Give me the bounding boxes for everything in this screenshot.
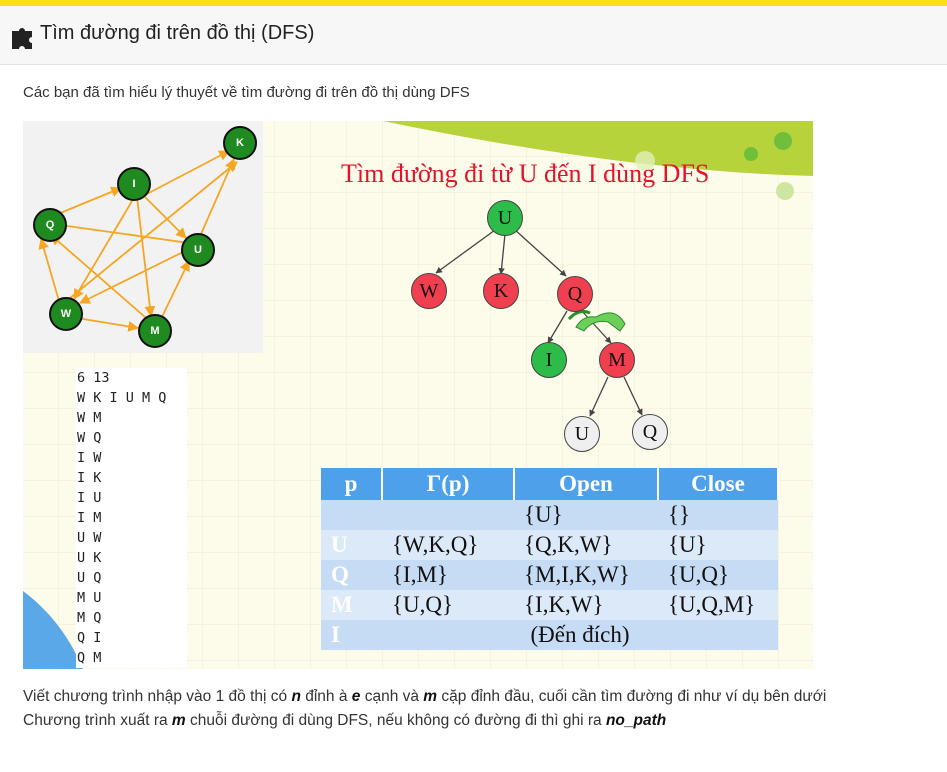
tree-node-w: W (411, 273, 447, 309)
table-cell (321, 500, 382, 530)
table-cell: {U,Q} (658, 560, 778, 590)
table-cell: {W,K,Q} (382, 530, 514, 560)
tree-node-q: Q (557, 276, 593, 312)
table-row: M {U,Q} {I,K,W} {U,Q,M} (321, 590, 778, 620)
description-line-2: Chương trình xuất ra m chuỗi đường đi dù… (23, 712, 666, 730)
table-cell: {U,Q,M} (658, 590, 778, 620)
table-cell: {} (658, 500, 778, 530)
table-cell: {U,Q} (382, 590, 514, 620)
table-cell (382, 500, 514, 530)
table-cell: {Q,K,W} (514, 530, 658, 560)
tree-node-u: U (487, 200, 523, 236)
tree-node-i: I (531, 342, 567, 378)
table-cell: Q (321, 560, 382, 590)
desc-text: chuỗi đường đi dùng DFS, nếu không có đư… (185, 712, 606, 729)
table-row: Q {I,M} {M,I,K,W} {U,Q} (321, 560, 778, 590)
tree-node-m: M (599, 342, 635, 378)
table-row: I (Đến đích) (321, 620, 778, 650)
page-title: Tìm đường đi trên đồ thị (DFS) (40, 22, 315, 44)
tree-node-k: K (483, 273, 519, 309)
table-row: U {W,K,Q} {Q,K,W} {U} (321, 530, 778, 560)
table-cell: U (321, 530, 382, 560)
desc-text: đỉnh à (300, 688, 352, 705)
desc-text: Chương trình xuất ra (23, 712, 172, 729)
table-cell: {I,K,W} (514, 590, 658, 620)
description-line-1: Viết chương trình nhập vào 1 đồ thị có n… (23, 688, 826, 706)
table-cell: {U} (514, 500, 658, 530)
table-cell: (Đến đích) (382, 620, 778, 650)
desc-text: Viết chương trình nhập vào 1 đồ thị có (23, 688, 292, 705)
desc-var: m (423, 688, 438, 705)
desc-var: no_path (605, 712, 667, 729)
table-header: Open (514, 468, 659, 500)
table-cell: I (321, 620, 382, 650)
table-row: {U} {} (321, 500, 778, 530)
desc-text: cặp đỉnh đầu, cuối cần tìm đường đi như … (437, 688, 827, 705)
desc-var: m (171, 712, 186, 729)
table-header: Close (658, 468, 779, 500)
table-cell: {U} (658, 530, 778, 560)
table-cell: {M,I,K,W} (514, 560, 658, 590)
desc-text: cạnh và (360, 688, 424, 705)
table-header: Γ(p) (382, 468, 515, 500)
dfs-illustration: K I Q U W M 6 13 W K I U M Q W M W Q I W… (23, 121, 813, 669)
table-header: p (321, 468, 383, 500)
table-cell: {I,M} (382, 560, 514, 590)
tree-node-u-leaf: U (564, 416, 600, 452)
desc-var: n (291, 688, 301, 705)
tree-node-q-leaf: Q (632, 414, 668, 450)
puzzle-icon (12, 28, 32, 49)
page-header: Tìm đường đi trên đồ thị (DFS) (0, 6, 947, 65)
table-cell: M (321, 590, 382, 620)
dfs-table: p Γ(p) Open Close {U} {} U {W,K,Q} {Q,K,… (321, 468, 779, 650)
intro-text: Các bạn đã tìm hiểu lý thuyết về tìm đườ… (23, 84, 470, 101)
